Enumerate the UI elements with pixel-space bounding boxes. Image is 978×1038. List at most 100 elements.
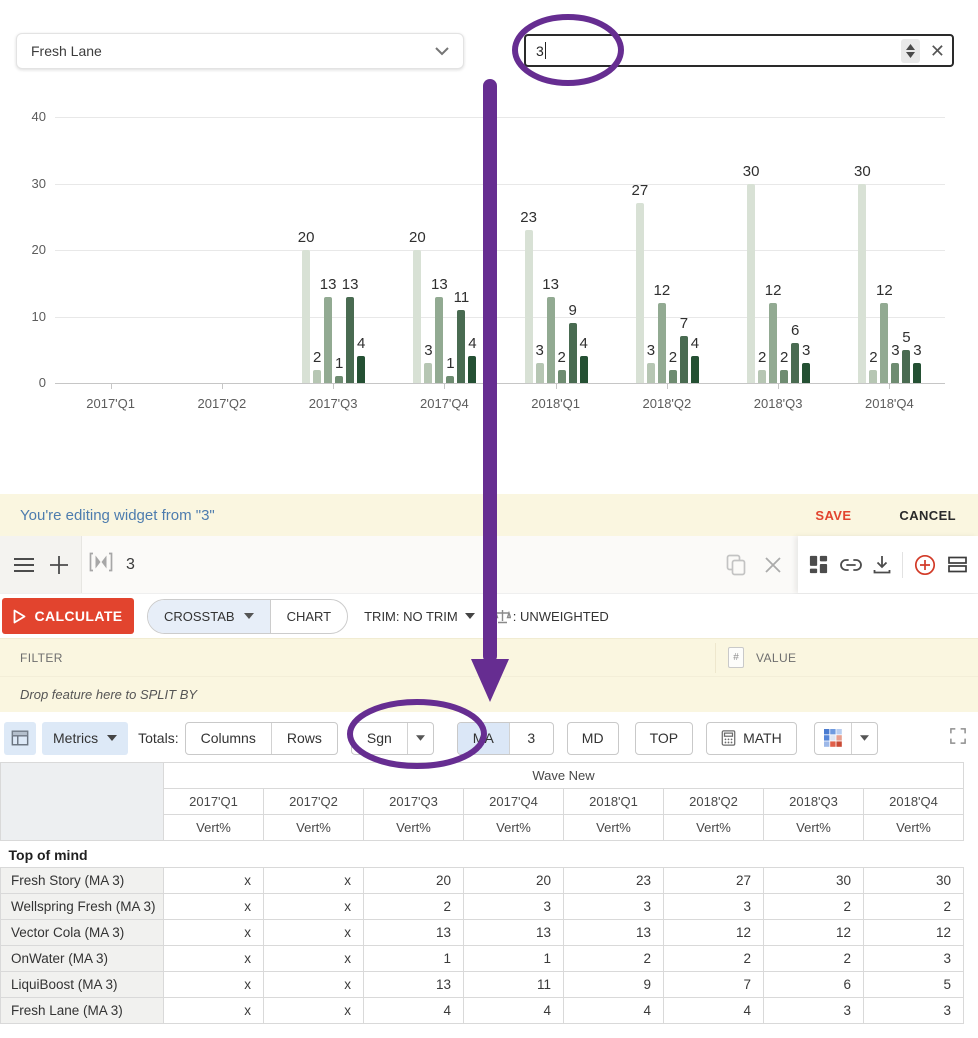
cell-value[interactable]: 1 (364, 946, 464, 972)
table-layout-button[interactable] (4, 722, 36, 755)
close-widget-icon[interactable] (764, 556, 782, 574)
cell-value[interactable]: 2 (764, 946, 864, 972)
add-circle-icon[interactable] (914, 554, 936, 576)
trim-dropdown[interactable]: TRIM: NO TRIM (364, 609, 475, 624)
cell-value[interactable]: x (164, 920, 264, 946)
cell-value[interactable]: 30 (864, 868, 964, 894)
cell-value[interactable]: 13 (564, 920, 664, 946)
color-palette-button[interactable] (815, 723, 851, 754)
cell-value[interactable]: 4 (664, 998, 764, 1024)
cell-value[interactable]: x (164, 998, 264, 1024)
cell-value[interactable]: 2 (864, 894, 964, 920)
row-label[interactable]: Fresh Lane (MA 3) (1, 998, 164, 1024)
row-label[interactable]: Fresh Story (MA 3) (1, 868, 164, 894)
cell-value[interactable]: 2 (564, 946, 664, 972)
cell-value[interactable]: 3 (464, 894, 564, 920)
cell-value[interactable]: 3 (764, 998, 864, 1024)
save-button[interactable]: SAVE (815, 508, 851, 523)
cell-value[interactable]: x (264, 946, 364, 972)
cell-value[interactable]: 30 (764, 868, 864, 894)
download-icon[interactable] (873, 555, 891, 574)
sgn-dropdown-caret[interactable] (407, 723, 433, 754)
column-header[interactable]: 2018'Q4 (864, 789, 964, 815)
cell-value[interactable]: 23 (564, 868, 664, 894)
cell-value[interactable]: 20 (464, 868, 564, 894)
md-button[interactable]: MD (567, 722, 619, 755)
cell-value[interactable]: x (164, 868, 264, 894)
column-header[interactable]: 2018'Q3 (764, 789, 864, 815)
row-label[interactable]: OnWater (MA 3) (1, 946, 164, 972)
split-by-drop-zone[interactable]: Drop feature here to SPLIT BY (0, 676, 978, 712)
cell-value[interactable]: x (264, 920, 364, 946)
row-label[interactable]: Wellspring Fresh (MA 3) (1, 894, 164, 920)
cell-value[interactable]: 20 (364, 868, 464, 894)
column-header[interactable]: 2017'Q4 (464, 789, 564, 815)
cell-value[interactable]: x (164, 894, 264, 920)
cell-value[interactable]: 2 (764, 894, 864, 920)
weight-indicator[interactable]: : UNWEIGHTED (494, 609, 609, 624)
column-header[interactable]: 2017'Q1 (164, 789, 264, 815)
top-button[interactable]: TOP (635, 722, 694, 755)
cell-value[interactable]: x (164, 972, 264, 998)
cell-value[interactable]: 11 (464, 972, 564, 998)
cell-value[interactable]: 3 (864, 946, 964, 972)
ma-button[interactable]: MA (458, 723, 509, 754)
column-header[interactable]: 2017'Q3 (364, 789, 464, 815)
cell-value[interactable]: 13 (364, 972, 464, 998)
feature-dropdown[interactable]: Fresh Lane (16, 33, 464, 69)
clear-input-icon[interactable]: ✕ (930, 42, 945, 60)
cell-value[interactable]: 12 (864, 920, 964, 946)
copy-icon[interactable] (726, 554, 746, 576)
cell-value[interactable]: x (164, 946, 264, 972)
totals-rows-button[interactable]: Rows (271, 723, 337, 754)
number-spinner-icon[interactable] (901, 39, 920, 63)
add-widget-icon[interactable] (50, 556, 68, 574)
cell-value[interactable]: 12 (764, 920, 864, 946)
cell-value[interactable]: x (264, 998, 364, 1024)
cell-value[interactable]: 5 (864, 972, 964, 998)
cell-value[interactable]: 1 (464, 946, 564, 972)
cell-value[interactable]: 2 (664, 946, 764, 972)
filter-drop-zone[interactable]: FILTER # VALUE (0, 638, 978, 676)
palette-dropdown-caret[interactable] (851, 723, 877, 754)
cell-value[interactable]: 27 (664, 868, 764, 894)
totals-columns-button[interactable]: Columns (186, 723, 271, 754)
row-label[interactable]: LiquiBoost (MA 3) (1, 972, 164, 998)
cell-value[interactable]: 3 (564, 894, 664, 920)
fullscreen-icon[interactable] (950, 728, 966, 749)
cell-value[interactable]: 13 (464, 920, 564, 946)
cell-value[interactable]: 4 (564, 998, 664, 1024)
cell-value[interactable]: 13 (364, 920, 464, 946)
cell-value[interactable]: 7 (664, 972, 764, 998)
metrics-dropdown[interactable]: Metrics (42, 722, 128, 755)
ma-period-input[interactable]: 3 ✕ (524, 34, 954, 67)
cell-value[interactable]: 4 (364, 998, 464, 1024)
cell-value[interactable]: 9 (564, 972, 664, 998)
cell-value[interactable]: 3 (664, 894, 764, 920)
cell-value[interactable]: 2 (364, 894, 464, 920)
column-header[interactable]: 2018'Q2 (664, 789, 764, 815)
chart-tab[interactable]: CHART (270, 600, 348, 633)
cell-value[interactable]: 4 (464, 998, 564, 1024)
column-header[interactable]: 2017'Q2 (264, 789, 364, 815)
cell-value[interactable]: 3 (864, 998, 964, 1024)
ma-period-value[interactable]: 3 (509, 723, 553, 754)
link-icon[interactable] (840, 558, 862, 572)
calculate-button[interactable]: CALCULATE (2, 598, 134, 634)
row-label[interactable]: Vector Cola (MA 3) (1, 920, 164, 946)
widget-tab[interactable]: 3 (88, 536, 135, 593)
cell-value[interactable]: x (264, 894, 364, 920)
crosstab-tab[interactable]: CROSSTAB (148, 600, 270, 633)
cell-value[interactable]: 12 (664, 920, 764, 946)
column-header[interactable]: 2018'Q1 (564, 789, 664, 815)
value-drop-zone[interactable]: # VALUE (728, 647, 796, 668)
rows-layout-icon[interactable] (948, 556, 967, 573)
menu-icon[interactable] (14, 558, 34, 572)
cell-value[interactable]: 6 (764, 972, 864, 998)
math-button[interactable]: MATH (706, 722, 797, 755)
cell-value[interactable]: x (264, 868, 364, 894)
cell-value[interactable]: x (264, 972, 364, 998)
sgn-button[interactable]: Sgn (352, 723, 407, 754)
cancel-button[interactable]: CANCEL (899, 508, 956, 523)
dashboard-icon[interactable] (809, 555, 828, 574)
